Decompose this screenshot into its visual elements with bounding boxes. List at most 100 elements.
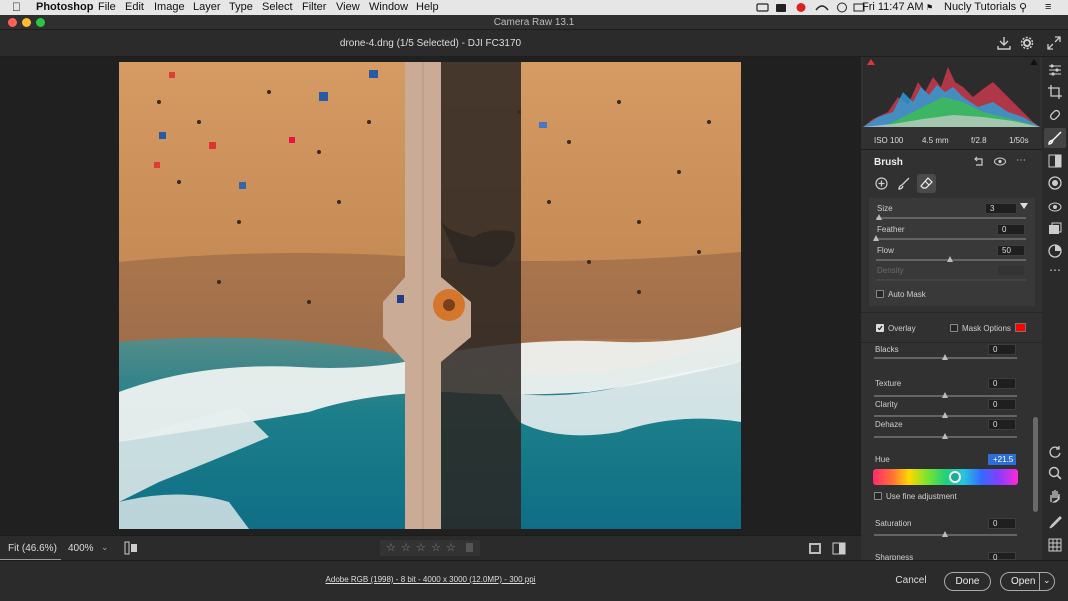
reset-brush-icon[interactable] [973,156,985,167]
hue-slider-track[interactable] [873,469,1018,485]
grid-overlay-icon[interactable] [1047,537,1063,553]
menubar-clock[interactable]: Fri 11:47 AM [862,1,924,13]
star-2-icon[interactable]: ☆ [401,541,411,554]
apple-menu-icon[interactable]:  [12,0,21,14]
trash-icon[interactable] [466,543,473,552]
add-brush-icon[interactable] [875,177,888,190]
visibility-eye-icon[interactable] [994,157,1006,166]
shadow-clipping-warning-icon[interactable] [867,59,875,65]
crop-icon[interactable] [1047,84,1063,100]
menu-filter[interactable]: Filter [302,1,326,13]
open-button[interactable]: Open ⌄ [1000,572,1055,591]
star-4-icon[interactable]: ☆ [431,541,441,554]
gear-icon[interactable] [1020,36,1034,50]
dehaze-field[interactable]: 0 [988,419,1016,430]
star-3-icon[interactable]: ☆ [416,541,426,554]
hue-field[interactable]: +21.5 [988,454,1016,465]
feather-label: Feather [877,225,905,234]
checkmark-icon [877,325,883,331]
dehaze-label: Dehaze [875,420,903,429]
brush-panel-title: Brush [874,157,903,168]
brush-tool-selected[interactable] [1044,128,1066,148]
flag-icon[interactable]: ⚑ [926,3,933,12]
control-center-icon[interactable]: ≡ [1045,1,1051,13]
density-slider-track [876,279,1026,281]
radial-filter-icon[interactable] [1047,175,1063,191]
feather-field[interactable]: 0 [997,224,1025,235]
status-icons[interactable] [756,2,866,13]
menu-help[interactable]: Help [416,1,439,13]
menu-layer[interactable]: Layer [193,1,221,13]
star-5-icon[interactable]: ☆ [446,541,456,554]
sharpness-field[interactable]: 0 [988,552,1016,562]
adjustment-brush-icon [1048,131,1062,145]
brush-tool-icon[interactable] [898,177,911,190]
fullscreen-icon[interactable] [1047,36,1061,50]
menu-app-name[interactable]: Photoshop [36,1,93,13]
saturation-slider-thumb[interactable] [942,531,948,537]
highlight-clipping-warning-icon[interactable] [1030,59,1038,65]
healing-icon[interactable] [1047,107,1063,123]
overlay-checkbox[interactable] [876,324,884,332]
dehaze-slider-thumb[interactable] [942,433,948,439]
size-field[interactable]: 3 [985,203,1017,214]
rotate-icon[interactable] [1047,444,1063,460]
menu-view[interactable]: View [336,1,360,13]
divider [861,312,1042,313]
mask-color-swatch[interactable] [1015,323,1026,332]
red-eye-icon[interactable] [1047,199,1063,215]
fine-adjustment-checkbox[interactable] [874,492,882,500]
done-button[interactable]: Done [944,572,991,591]
saturation-field[interactable]: 0 [988,518,1016,529]
fit-zoom-button[interactable]: Fit (46.6%) [8,543,57,554]
more-options-icon[interactable]: ⋯ [1016,155,1026,166]
zoom-dropdown-icon[interactable]: ⌄ [101,542,109,553]
feather-slider-thumb[interactable] [873,235,879,241]
menu-image[interactable]: Image [154,1,185,13]
auto-mask-checkbox[interactable] [876,290,884,298]
size-slider-track[interactable] [876,217,1026,219]
snapshots-icon[interactable] [1047,221,1063,237]
menu-type[interactable]: Type [229,1,253,13]
size-slider-thumb[interactable] [876,214,882,220]
edit-sliders-icon[interactable] [1047,62,1063,78]
photo-preview[interactable] [119,62,741,529]
before-after-view-icon[interactable] [832,542,846,555]
menubar-user[interactable]: Nucly Tutorials [944,1,1016,13]
save-image-icon[interactable] [997,36,1011,50]
menu-edit[interactable]: Edit [125,1,144,13]
hand-tool-icon[interactable] [1047,488,1063,504]
menu-select[interactable]: Select [262,1,293,13]
flow-field[interactable]: 50 [997,245,1025,256]
texture-field[interactable]: 0 [988,378,1016,389]
blacks-slider-thumb[interactable] [942,354,948,360]
hue-slider-thumb[interactable] [949,471,961,483]
clarity-field[interactable]: 0 [988,399,1016,410]
size-dropdown-icon[interactable] [1020,203,1028,209]
open-options-chevron-icon[interactable]: ⌄ [1043,572,1051,589]
background-toggle-icon[interactable] [808,542,822,555]
star-1-icon[interactable]: ☆ [386,541,396,554]
texture-slider-thumb[interactable] [942,392,948,398]
zoom-tool-icon[interactable] [1047,465,1063,481]
color-sampler-icon[interactable] [1047,514,1063,530]
clarity-slider-thumb[interactable] [942,412,948,418]
menu-window[interactable]: Window [369,1,408,13]
filmstrip-toggle-icon[interactable] [124,541,138,555]
blacks-field[interactable]: 0 [988,344,1016,355]
flow-slider-thumb[interactable] [947,256,953,262]
mask-options-checkbox[interactable] [950,324,958,332]
histogram[interactable] [863,57,1040,127]
workflow-options-link[interactable]: Adobe RGB (1998) - 8 bit - 4000 x 3000 (… [0,575,861,584]
zoom-400-button[interactable]: 400% [68,543,94,554]
spotlight-search-icon[interactable]: ⚲ [1019,1,1027,14]
feather-slider-track[interactable] [876,238,1026,240]
menu-file[interactable]: File [98,1,116,13]
graduated-filter-icon[interactable] [1047,153,1063,169]
presets-icon[interactable] [1047,243,1063,259]
cancel-button[interactable]: Cancel [888,572,934,591]
panel-scrollbar[interactable] [1033,417,1038,512]
more-tools-icon[interactable]: ⋯ [1049,263,1061,277]
erase-tool-button[interactable] [917,174,936,193]
tool-strip: ⋯ [1042,57,1068,560]
